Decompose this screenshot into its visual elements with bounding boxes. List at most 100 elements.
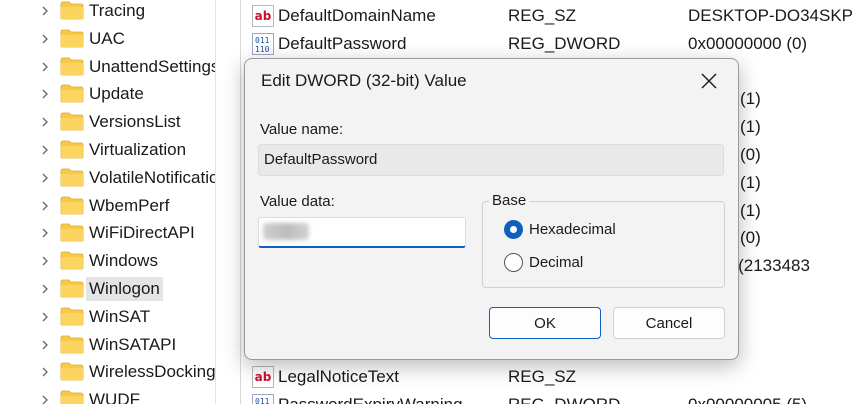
tree-item-label: WiFiDirectAPI [89, 223, 195, 243]
tree-item-label: Windows [89, 251, 158, 271]
tree-item[interactable]: WUDF [0, 386, 215, 404]
tree-item-label: WinSATAPI [89, 334, 177, 354]
tree-item[interactable]: Update [0, 80, 215, 108]
folder-icon [60, 251, 84, 270]
table-row[interactable]: ab DefaultDomainName REG_SZ DESKTOP-DO34SKP [242, 2, 860, 30]
tree-item[interactable]: VolatileNotifications [0, 164, 215, 192]
value-data: 0x00000000 (0) [688, 33, 808, 53]
tree-item[interactable]: UnattendSettings [0, 53, 215, 81]
value-type: REG_SZ [508, 367, 577, 387]
tree-item[interactable]: WinSAT [0, 303, 215, 331]
pane-divider [240, 0, 241, 404]
folder-icon [60, 279, 84, 298]
folder-icon [60, 223, 84, 242]
value-type: REG_SZ [508, 6, 577, 25]
tree-item-label: WirelessDocking [89, 362, 215, 382]
chevron-right-icon[interactable] [40, 312, 50, 322]
decimal-label: Decimal [529, 254, 584, 271]
value-name-field: DefaultPassword [258, 144, 724, 176]
ok-button[interactable]: OK [489, 307, 601, 339]
svg-text:011: 011 [255, 397, 270, 404]
hexadecimal-radio[interactable]: Hexadecimal [504, 220, 616, 239]
string-value-icon: ab [252, 5, 274, 27]
tree-item-label: WinSAT [89, 306, 151, 326]
close-button[interactable] [692, 66, 726, 96]
tree-item-label: Tracing [89, 1, 146, 20]
tree-item[interactable]: Windows [0, 247, 215, 275]
pane-splitter[interactable] [215, 0, 241, 404]
chevron-right-icon[interactable] [40, 117, 50, 127]
base-group [482, 201, 725, 288]
folder-icon [60, 362, 84, 381]
svg-text:011: 011 [255, 36, 270, 45]
decimal-radio[interactable]: Decimal [504, 253, 583, 272]
tree-item-label: Winlogon [86, 277, 163, 301]
value-name: LegalNoticeText [278, 367, 399, 387]
tree-item[interactable]: Tracing [0, 0, 215, 25]
folder-icon [60, 84, 84, 103]
tree-item-label: VolatileNotifications [89, 167, 215, 187]
edit-dword-dialog: Edit DWORD (32-bit) Value Value name: De… [244, 58, 739, 360]
tree-item[interactable]: WbemPerf [0, 192, 215, 220]
chevron-right-icon[interactable] [40, 228, 50, 238]
tree-item-label: WUDF [89, 390, 140, 404]
chevron-right-icon[interactable] [40, 284, 50, 294]
chevron-right-icon[interactable] [40, 145, 50, 155]
table-row[interactable]: 011 110 DefaultPassword REG_DWORD 0x00000000… [242, 30, 860, 58]
folder-icon [60, 112, 84, 131]
binary-value-icon: 011110 [252, 32, 274, 55]
chevron-right-icon[interactable] [40, 62, 50, 72]
value-name: DefaultPassword [278, 33, 407, 53]
tree-item[interactable]: WiFiDirectAPI [0, 219, 215, 247]
tree-item[interactable]: Winlogon [0, 275, 215, 303]
chevron-right-icon[interactable] [40, 340, 50, 350]
close-icon [701, 73, 717, 89]
tree-item[interactable]: Virtualization [0, 136, 215, 164]
value-data: DESKTOP-DO34SKP [688, 6, 854, 25]
folder-icon [60, 57, 84, 76]
binary-value-icon: 011110 [252, 394, 274, 404]
chevron-right-icon[interactable] [40, 34, 50, 44]
folder-icon [60, 196, 84, 215]
table-row[interactable]: ab LegalNoticeText REG_SZ [242, 363, 860, 391]
chevron-right-icon[interactable] [40, 367, 50, 377]
chevron-right-icon[interactable] [40, 6, 50, 16]
folder-icon [60, 140, 84, 159]
tree-item-label: Virtualization [89, 140, 187, 159]
folder-icon [60, 335, 84, 354]
blurred-value-data [263, 223, 309, 240]
tree-item-label: UAC [89, 28, 125, 48]
value-data: 0x00000005 (5) [688, 395, 807, 404]
value-name: PasswordExpiryWarning [278, 395, 463, 404]
value-data-label: Value data: [260, 193, 335, 210]
radio-selected-icon [504, 220, 523, 239]
table-row[interactable]: 011110 PasswordExpiryWarning REG_DWORD 0x00… [242, 391, 860, 404]
value-type: REG_DWORD [508, 395, 620, 404]
chevron-right-icon[interactable] [40, 89, 50, 99]
tree-item-label: Update [89, 84, 144, 104]
folder-icon [60, 168, 84, 187]
radio-unselected-icon [504, 253, 523, 272]
tree-item-label: VersionsList [89, 112, 181, 132]
registry-key-tree: Tracing UAC UnattendSettings Update Versions… [0, 0, 215, 404]
tree-item[interactable]: VersionsList [0, 108, 215, 136]
value-name: DefaultDomainName [278, 6, 436, 25]
tree-item[interactable]: UAC [0, 25, 215, 53]
folder-icon [60, 390, 84, 404]
chevron-right-icon[interactable] [40, 201, 50, 211]
folder-icon [60, 29, 84, 48]
tree-item-label: UnattendSettings [89, 56, 215, 76]
tree-item[interactable]: WirelessDocking [0, 358, 215, 386]
tree-item-label: WbemPerf [89, 195, 170, 215]
chevron-right-icon[interactable] [40, 173, 50, 183]
dialog-title: Edit DWORD (32-bit) Value [261, 71, 467, 90]
chevron-right-icon[interactable] [40, 256, 50, 266]
string-value-icon: ab [252, 366, 274, 389]
svg-text:110: 110 [255, 45, 270, 54]
cancel-button[interactable]: Cancel [613, 307, 725, 339]
base-label: Base [489, 192, 530, 209]
hexadecimal-label: Hexadecimal [529, 221, 616, 238]
chevron-right-icon[interactable] [40, 395, 50, 404]
tree-item[interactable]: WinSATAPI [0, 331, 215, 359]
value-name-label: Value name: [260, 121, 344, 138]
